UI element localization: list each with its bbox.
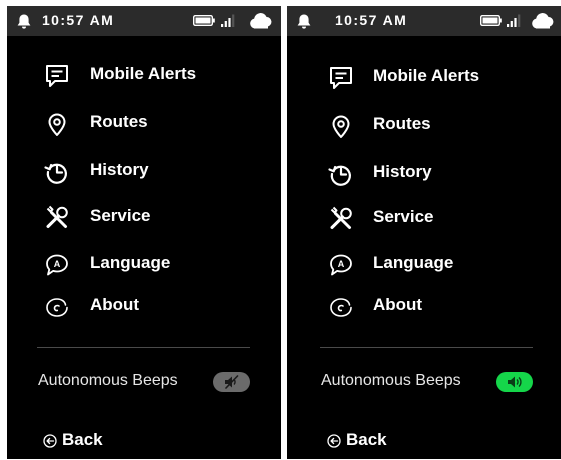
menu-item-service[interactable]: Service bbox=[287, 199, 561, 235]
back-arrow-icon bbox=[43, 434, 57, 448]
history-icon bbox=[328, 165, 351, 186]
menu-label: About bbox=[373, 295, 423, 314]
speaker-muted-icon bbox=[225, 375, 239, 389]
menu-item-language[interactable]: A Language bbox=[7, 245, 281, 281]
menu-label: About bbox=[90, 295, 140, 314]
autonomous-beeps-label: Autonomous Beeps bbox=[321, 372, 461, 389]
menu-label: Mobile Alerts bbox=[373, 66, 480, 85]
device-screen-left: 10:57 AM Mobile Alerts Routes History Se… bbox=[7, 6, 281, 459]
menu-label: Language bbox=[373, 253, 454, 272]
autonomous-beeps-label: Autonomous Beeps bbox=[38, 372, 178, 389]
back-label: Back bbox=[62, 430, 103, 449]
back-arrow-icon bbox=[327, 434, 341, 448]
menu-label: Service bbox=[373, 207, 434, 226]
autonomous-beeps-toggle[interactable] bbox=[496, 372, 533, 392]
autonomous-beeps-toggle[interactable] bbox=[213, 372, 250, 392]
location-pin-icon bbox=[332, 115, 350, 138]
menu-label: Service bbox=[90, 206, 151, 225]
language-icon: A bbox=[330, 254, 352, 276]
menu-label: Routes bbox=[373, 114, 431, 133]
about-icon bbox=[46, 298, 68, 317]
menu-label: History bbox=[373, 162, 432, 181]
cloud-icon bbox=[250, 13, 272, 29]
menu-item-mobile-alerts[interactable]: Mobile Alerts bbox=[287, 58, 561, 94]
status-bar: 10:57 AM bbox=[287, 6, 561, 36]
battery-icon bbox=[480, 15, 502, 26]
menu-label: Routes bbox=[90, 112, 148, 131]
battery-icon bbox=[193, 15, 215, 26]
menu-item-history[interactable]: History bbox=[287, 154, 561, 190]
menu-item-routes[interactable]: Routes bbox=[287, 106, 561, 142]
menu-item-about[interactable]: About bbox=[7, 287, 281, 323]
status-time: 10:57 AM bbox=[335, 12, 408, 28]
menu-item-mobile-alerts[interactable]: Mobile Alerts bbox=[7, 56, 281, 92]
bell-icon bbox=[297, 14, 311, 29]
status-time: 10:57 AM bbox=[42, 12, 115, 28]
device-screen-right: 10:57 AM Mobile Alerts Routes History Se… bbox=[287, 6, 561, 459]
svg-text:A: A bbox=[338, 259, 345, 269]
menu-item-language[interactable]: A Language bbox=[287, 245, 561, 281]
menu-item-about[interactable]: About bbox=[287, 287, 561, 323]
menu-item-routes[interactable]: Routes bbox=[7, 104, 281, 140]
status-bar: 10:57 AM bbox=[7, 6, 281, 36]
cloud-icon bbox=[532, 13, 554, 29]
message-icon bbox=[330, 67, 352, 89]
bell-icon bbox=[17, 14, 31, 29]
menu-label: Language bbox=[90, 253, 171, 272]
back-button[interactable]: Back bbox=[327, 430, 417, 454]
message-icon bbox=[46, 65, 68, 87]
back-label: Back bbox=[346, 430, 387, 449]
menu-label: History bbox=[90, 160, 149, 179]
location-pin-icon bbox=[48, 113, 66, 136]
about-icon bbox=[330, 298, 352, 317]
menu-item-service[interactable]: Service bbox=[7, 198, 281, 234]
menu-label: Mobile Alerts bbox=[90, 64, 197, 83]
tools-icon bbox=[330, 206, 352, 229]
menu-item-history[interactable]: History bbox=[7, 152, 281, 188]
tools-icon bbox=[46, 205, 68, 228]
history-icon bbox=[44, 163, 67, 184]
svg-text:A: A bbox=[54, 259, 61, 269]
signal-icon bbox=[507, 14, 521, 27]
divider bbox=[37, 347, 250, 348]
divider bbox=[320, 347, 533, 348]
language-icon: A bbox=[46, 254, 68, 276]
signal-icon bbox=[221, 14, 235, 27]
back-button[interactable]: Back bbox=[43, 430, 133, 454]
speaker-on-icon bbox=[508, 376, 522, 388]
